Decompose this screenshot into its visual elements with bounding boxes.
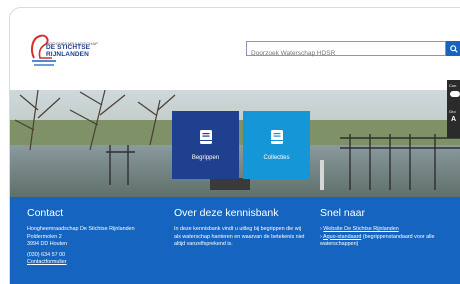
tile-collecties[interactable]: Collecties bbox=[243, 111, 310, 179]
logo-name: DE STICHTSE RIJNLANDEN bbox=[46, 44, 90, 58]
chevron-right-icon: › bbox=[320, 233, 322, 240]
quick-link-row-2: › Aquo-standaard (begrippenstandaard voo… bbox=[320, 234, 458, 249]
side-panel-label-c: A bbox=[451, 116, 457, 123]
tile-label: Collecties bbox=[263, 155, 290, 161]
footer-contact: Contact Hoogheemraadschap De Stichtse Ri… bbox=[27, 207, 177, 267]
footer-about: Over deze kennisbank In deze kennisbank … bbox=[174, 207, 309, 249]
footer-quick: Snel naar › Website De Stichtse Rijnland… bbox=[320, 207, 458, 249]
quick-link-row-1: › Website De Stichtse Rijnlanden bbox=[320, 226, 458, 234]
site-header: HOOGHEEMRAADSCHAP DE STICHTSE RIJNLANDEN bbox=[10, 8, 460, 90]
contact-form-link[interactable]: Contactformulier bbox=[27, 259, 67, 265]
side-panel-label-b: Gro bbox=[449, 109, 456, 114]
quick-link-aquo[interactable]: Aquo-standaard bbox=[323, 234, 361, 240]
search-box bbox=[246, 41, 446, 60]
side-panel[interactable]: Con Gro A bbox=[447, 80, 460, 138]
hero-banner: Begrippen Collecties bbox=[10, 90, 460, 197]
site-footer: Contact Hoogheemraadschap De Stichtse Ri… bbox=[10, 197, 460, 284]
search-input[interactable] bbox=[247, 47, 411, 60]
contact-street: Poldermolen 2 bbox=[27, 233, 62, 240]
quick-title: Snel naar bbox=[320, 207, 365, 219]
side-panel-label-a: Con bbox=[449, 83, 457, 88]
contact-title: Contact bbox=[27, 207, 64, 219]
book-icon bbox=[199, 130, 212, 144]
contact-city: 3994 DD Houten bbox=[27, 241, 68, 248]
tile-label: Begrippen bbox=[191, 155, 220, 161]
search-button[interactable] bbox=[446, 41, 460, 56]
about-title: Over deze kennisbank bbox=[174, 207, 279, 219]
tile-begrippen[interactable]: Begrippen bbox=[172, 111, 239, 179]
about-text: In deze kennisbank vindt u uitleg bij be… bbox=[174, 226, 305, 248]
contact-org: Hoogheemraadschap De Stichtse Rijnlanden bbox=[27, 226, 135, 232]
browser-frame: HOOGHEEMRAADSCHAP DE STICHTSE RIJNLANDEN bbox=[9, 7, 460, 284]
book-icon bbox=[270, 130, 283, 144]
page: HOOGHEEMRAADSCHAP DE STICHTSE RIJNLANDEN bbox=[0, 0, 460, 284]
chevron-right-icon: › bbox=[320, 226, 322, 232]
logo-name-line2: RIJNLANDEN bbox=[46, 50, 89, 58]
search-icon bbox=[450, 44, 458, 53]
quick-link-website[interactable]: Website De Stichtse Rijnlanden bbox=[323, 226, 398, 232]
contact-phone[interactable]: (030) 634 57 00 bbox=[27, 252, 177, 260]
